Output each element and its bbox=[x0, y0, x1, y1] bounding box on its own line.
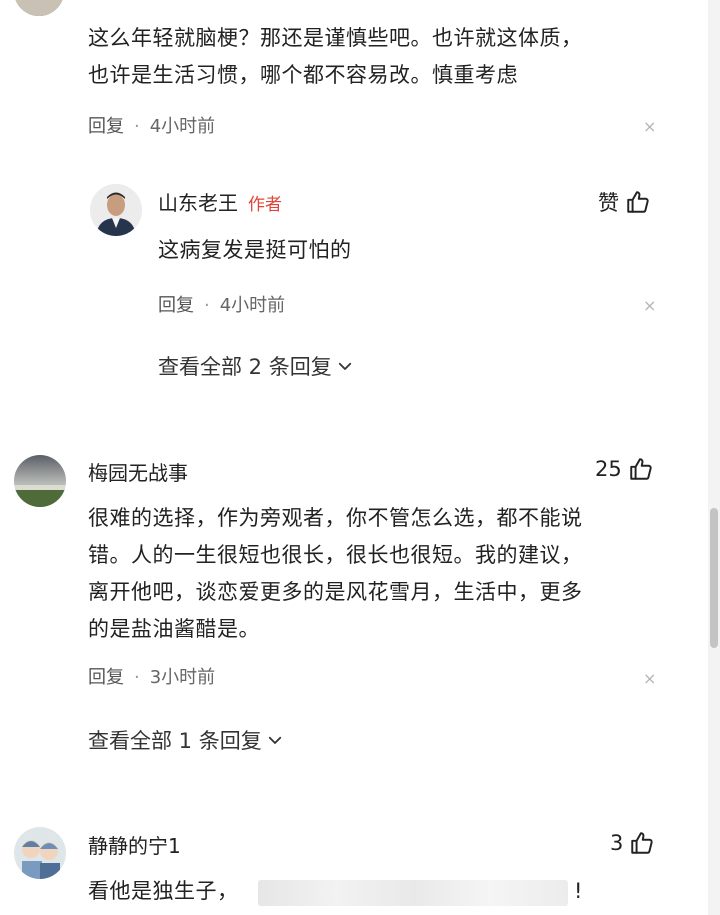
reply-button[interactable]: 回复 bbox=[158, 295, 194, 316]
thumbs-up-icon bbox=[627, 191, 649, 213]
username[interactable]: 山东老王 bbox=[158, 191, 238, 215]
comment-meta: 回复 · 4小时前 bbox=[88, 112, 215, 138]
thumbs-up-icon bbox=[630, 458, 652, 480]
close-icon[interactable]: × bbox=[643, 117, 656, 136]
author-badge: 作者 bbox=[248, 195, 282, 215]
comment-text: 这么年轻就脑梗？那还是谨慎些吧。也许就这体质， 也许是生活习惯，哪个都不容易改。… bbox=[88, 26, 583, 87]
close-icon[interactable]: × bbox=[643, 296, 656, 315]
chevron-down-icon bbox=[268, 736, 281, 744]
separator: · bbox=[134, 116, 140, 137]
separator: · bbox=[134, 667, 140, 688]
reply-meta: 回复 · 4小时前 bbox=[158, 291, 285, 317]
avatar-image bbox=[14, 827, 66, 879]
author-name[interactable]: 山东老王 作者 bbox=[158, 187, 282, 216]
username[interactable]: 静静的宁1 bbox=[88, 830, 181, 859]
like-label: 赞 bbox=[598, 191, 619, 215]
scrollbar-track[interactable] bbox=[708, 0, 720, 915]
avatar-image bbox=[14, 455, 66, 507]
comment-text-end: ! bbox=[574, 879, 583, 903]
thumbs-up-icon bbox=[631, 832, 654, 854]
view-all-replies-button[interactable]: 查看全部 2 条回复 bbox=[158, 351, 354, 381]
timestamp: 4小时前 bbox=[149, 116, 216, 137]
like-button[interactable]: 25 bbox=[595, 456, 654, 482]
avatar[interactable] bbox=[90, 184, 142, 236]
timestamp: 4小时前 bbox=[219, 295, 286, 316]
chevron-down-icon bbox=[338, 362, 351, 370]
reply-text: 这病复发是挺可怕的 bbox=[158, 238, 352, 262]
view-all-label: 查看全部 1 条回复 bbox=[88, 729, 262, 753]
reply-button[interactable]: 回复 bbox=[88, 116, 124, 137]
like-button[interactable]: 3 bbox=[610, 830, 655, 856]
like-count: 3 bbox=[610, 831, 624, 855]
scrollbar-thumb[interactable] bbox=[710, 508, 718, 648]
avatar[interactable] bbox=[14, 0, 64, 16]
avatar-image bbox=[90, 184, 142, 236]
comment-meta: 回复 · 3小时前 bbox=[88, 663, 215, 689]
like-count: 25 bbox=[595, 457, 622, 481]
comment-text: 很难的选择，作为旁观者，你不管怎么选，都不能说 错。人的一生很短也很长，很长也很… bbox=[88, 506, 583, 641]
view-all-replies-button[interactable]: 查看全部 1 条回复 bbox=[88, 725, 284, 755]
avatar[interactable] bbox=[14, 827, 66, 879]
separator: · bbox=[204, 295, 210, 316]
timestamp: 3小时前 bbox=[149, 667, 216, 688]
comment-text-start: 看他是独生子， bbox=[88, 879, 239, 903]
username[interactable]: 梅园无战事 bbox=[88, 457, 188, 486]
close-icon[interactable]: × bbox=[643, 669, 656, 688]
view-all-label: 查看全部 2 条回复 bbox=[158, 355, 332, 379]
blurred-text bbox=[258, 880, 568, 906]
reply-button[interactable]: 回复 bbox=[88, 667, 124, 688]
avatar[interactable] bbox=[14, 455, 66, 507]
like-button[interactable]: 赞 bbox=[598, 187, 651, 217]
